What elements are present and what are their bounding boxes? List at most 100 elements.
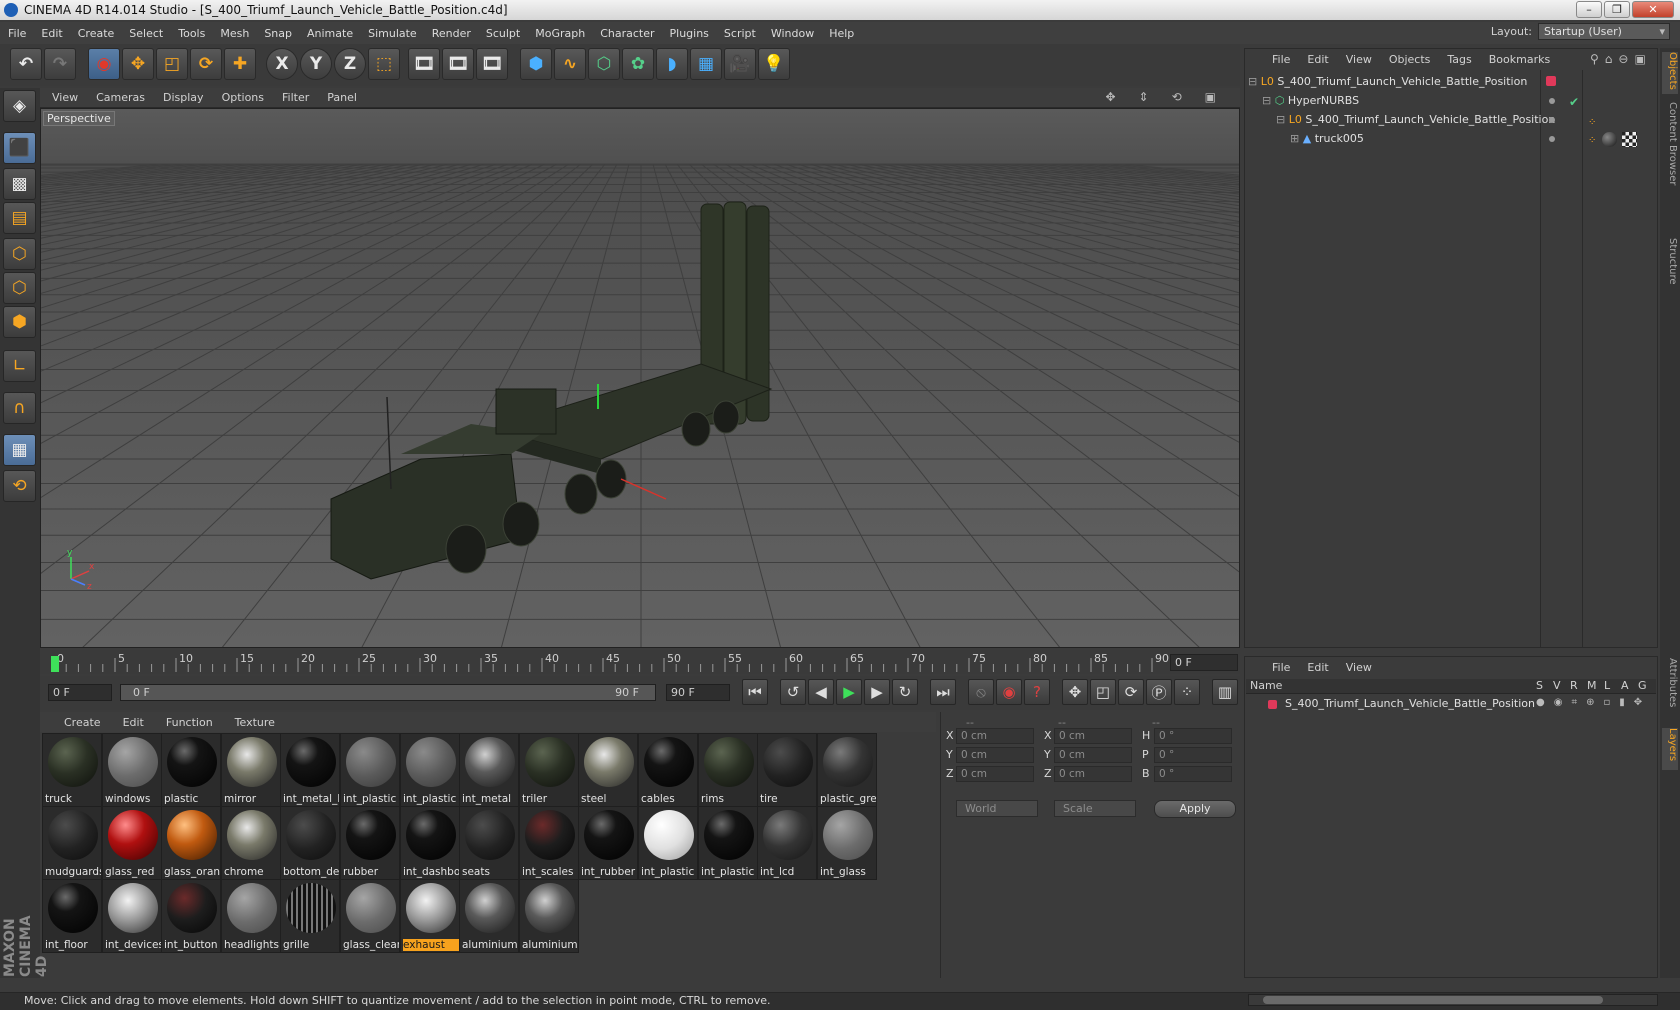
workplane-mode-icon[interactable]: ▤ [3, 202, 36, 234]
material-swatch[interactable]: windows [102, 733, 162, 807]
object-menu-edit[interactable]: Edit [1307, 53, 1328, 66]
y-axis-lock-icon[interactable]: Y [300, 48, 332, 80]
material-swatch[interactable]: chrome [221, 806, 281, 880]
rotate-tool-icon[interactable]: ⟳ [190, 48, 222, 80]
material-swatch[interactable]: int_lcd [757, 806, 817, 880]
previous-frame-icon[interactable]: ◀ [808, 679, 834, 705]
material-swatch[interactable]: tire [757, 733, 817, 807]
menu-window[interactable]: Window [771, 27, 814, 40]
tab-content-browser[interactable]: Content Browser [1662, 102, 1678, 232]
viewport-rotate-icon[interactable]: ⟲ [1172, 90, 1182, 104]
menu-help[interactable]: Help [829, 27, 854, 40]
menu-select[interactable]: Select [129, 27, 163, 40]
go-to-start-icon[interactable]: ⏮ [742, 679, 768, 705]
coordinate-mode-dropdown[interactable]: Scale [1054, 800, 1136, 817]
floor-scene-icon[interactable]: ▦ [690, 48, 722, 80]
menu-snap[interactable]: Snap [264, 27, 292, 40]
coord-value-field[interactable]: 0 cm [1054, 766, 1132, 782]
coord-value-field[interactable]: 0 ° [1154, 747, 1232, 763]
material-swatch[interactable]: glass_red [102, 806, 162, 880]
spline-pen-icon[interactable]: ∿ [554, 48, 586, 80]
material-swatch[interactable]: int_button [161, 879, 221, 953]
last-tool-icon[interactable]: ✚ [224, 48, 256, 80]
search-icon[interactable]: ⚲ [1590, 52, 1599, 66]
material-swatch[interactable]: int_floor [42, 879, 102, 953]
layer-header-flag[interactable]: V [1553, 679, 1561, 692]
coord-value-field[interactable]: 0 ° [1154, 766, 1232, 782]
object-menu-file[interactable]: File [1272, 53, 1290, 66]
end-frame-field[interactable]: 90 F [666, 684, 730, 701]
layer-header-flag[interactable]: L [1604, 679, 1610, 692]
filter-icon[interactable]: ⊖ [1618, 52, 1628, 66]
maximize-button[interactable]: ❐ [1604, 1, 1630, 18]
viewport-pan-icon[interactable]: ✥ [1105, 90, 1115, 104]
object-row-group[interactable]: ⊟ L0 S_400_Triumf_Launch_Vehicle_Battle_… [1248, 110, 1555, 129]
menu-animate[interactable]: Animate [307, 27, 353, 40]
material-swatch[interactable]: int_glass [817, 806, 877, 880]
material-swatch[interactable]: glass_clear [340, 879, 400, 953]
render-picture-viewer-icon[interactable]: 🎞 [442, 48, 474, 80]
viewport-menu-view[interactable]: View [52, 91, 78, 104]
redo-icon[interactable]: ↷ [44, 48, 76, 80]
coordinate-system-icon[interactable]: ⬚ [368, 48, 400, 80]
tab-objects[interactable]: Objects [1662, 52, 1678, 94]
timeline-ruler[interactable]: 0 5 10 15 20 25 30 35 40 45 50 55 60 65 70 75 80 85 90 [40, 650, 1240, 674]
material-swatch[interactable]: headlights [221, 879, 281, 953]
scale-tool-icon[interactable]: ◰ [156, 48, 188, 80]
previous-key-icon[interactable]: ↺ [780, 679, 806, 705]
coord-value-field[interactable]: 0 cm [956, 728, 1034, 744]
preview-range-slider[interactable]: 0 F 90 F [120, 684, 656, 701]
layer-flag-icons[interactable]: ●◉⌗⊕▫▮✥ [1536, 697, 1651, 708]
object-menu-view[interactable]: View [1346, 53, 1372, 66]
nurbs-generator-icon[interactable]: ⬡ [588, 48, 620, 80]
viewport-menu-cameras[interactable]: Cameras [96, 91, 145, 104]
menu-render[interactable]: Render [432, 27, 471, 40]
move-tool-icon[interactable]: ✥ [122, 48, 154, 80]
menu-mesh[interactable]: Mesh [220, 27, 249, 40]
menu-sculpt[interactable]: Sculpt [486, 27, 520, 40]
key-rotation-icon[interactable]: ⟳ [1118, 679, 1144, 705]
next-frame-icon[interactable]: ▶ [864, 679, 890, 705]
coord-value-field[interactable]: 0 ° [1154, 728, 1232, 744]
start-frame-field[interactable]: 0 F [48, 684, 112, 701]
keyframe-selection-icon[interactable]: ? [1024, 679, 1050, 705]
viewport-dolly-icon[interactable]: ⇕ [1139, 90, 1149, 104]
points-mode-icon[interactable]: ⬡ [3, 238, 36, 270]
material-swatch[interactable]: triler [519, 733, 579, 807]
material-swatch[interactable]: seats [459, 806, 519, 880]
layer-header-flag[interactable]: M [1587, 679, 1597, 692]
material-tag-icon[interactable] [1602, 132, 1617, 147]
menu-simulate[interactable]: Simulate [368, 27, 417, 40]
coordinate-space-dropdown[interactable]: World [956, 800, 1038, 817]
model-mode-icon[interactable]: ⬛ [3, 132, 36, 164]
deformer-icon[interactable]: ◗ [656, 48, 688, 80]
layer-menu-edit[interactable]: Edit [1307, 661, 1328, 674]
layer-menu-view[interactable]: View [1346, 661, 1372, 674]
texture-mode-icon[interactable]: ▩ [3, 168, 36, 200]
snap-magnet-icon[interactable]: ∩ [3, 392, 36, 424]
play-icon[interactable]: ▶ [836, 679, 862, 705]
material-swatch[interactable]: mudguards [42, 806, 102, 880]
material-swatch[interactable]: plastic_gre [817, 733, 877, 807]
menu-mograph[interactable]: MoGraph [535, 27, 585, 40]
next-key-icon[interactable]: ↻ [892, 679, 918, 705]
menu-tools[interactable]: Tools [178, 27, 205, 40]
material-swatch[interactable]: bottom_de [280, 806, 340, 880]
viewport-menu-filter[interactable]: Filter [282, 91, 309, 104]
autokey-icon[interactable]: ◉ [996, 679, 1022, 705]
uvw-tag-icon[interactable] [1622, 132, 1637, 147]
layer-horizontal-scrollbar[interactable] [1248, 994, 1658, 1006]
current-frame-field[interactable]: 0 F [1170, 654, 1238, 671]
playhead-marker[interactable] [51, 656, 59, 672]
enabled-check-icon[interactable]: ✔ [1569, 95, 1579, 109]
cube-primitive-icon[interactable]: ⬢ [520, 48, 552, 80]
visibility-dot[interactable] [1549, 117, 1555, 123]
key-position-icon[interactable]: ✥ [1062, 679, 1088, 705]
panel-menu-icon[interactable]: ▣ [1634, 52, 1645, 66]
render-settings-icon[interactable]: 🎞 [476, 48, 508, 80]
planar-workplane-icon[interactable]: ⟲ [3, 470, 36, 502]
material-swatch[interactable]: int_rubber [578, 806, 638, 880]
menu-create[interactable]: Create [78, 27, 115, 40]
object-row-truck005[interactable]: ⊞ ▲ truck005 [1248, 129, 1540, 148]
material-menu-function[interactable]: Function [166, 716, 213, 729]
